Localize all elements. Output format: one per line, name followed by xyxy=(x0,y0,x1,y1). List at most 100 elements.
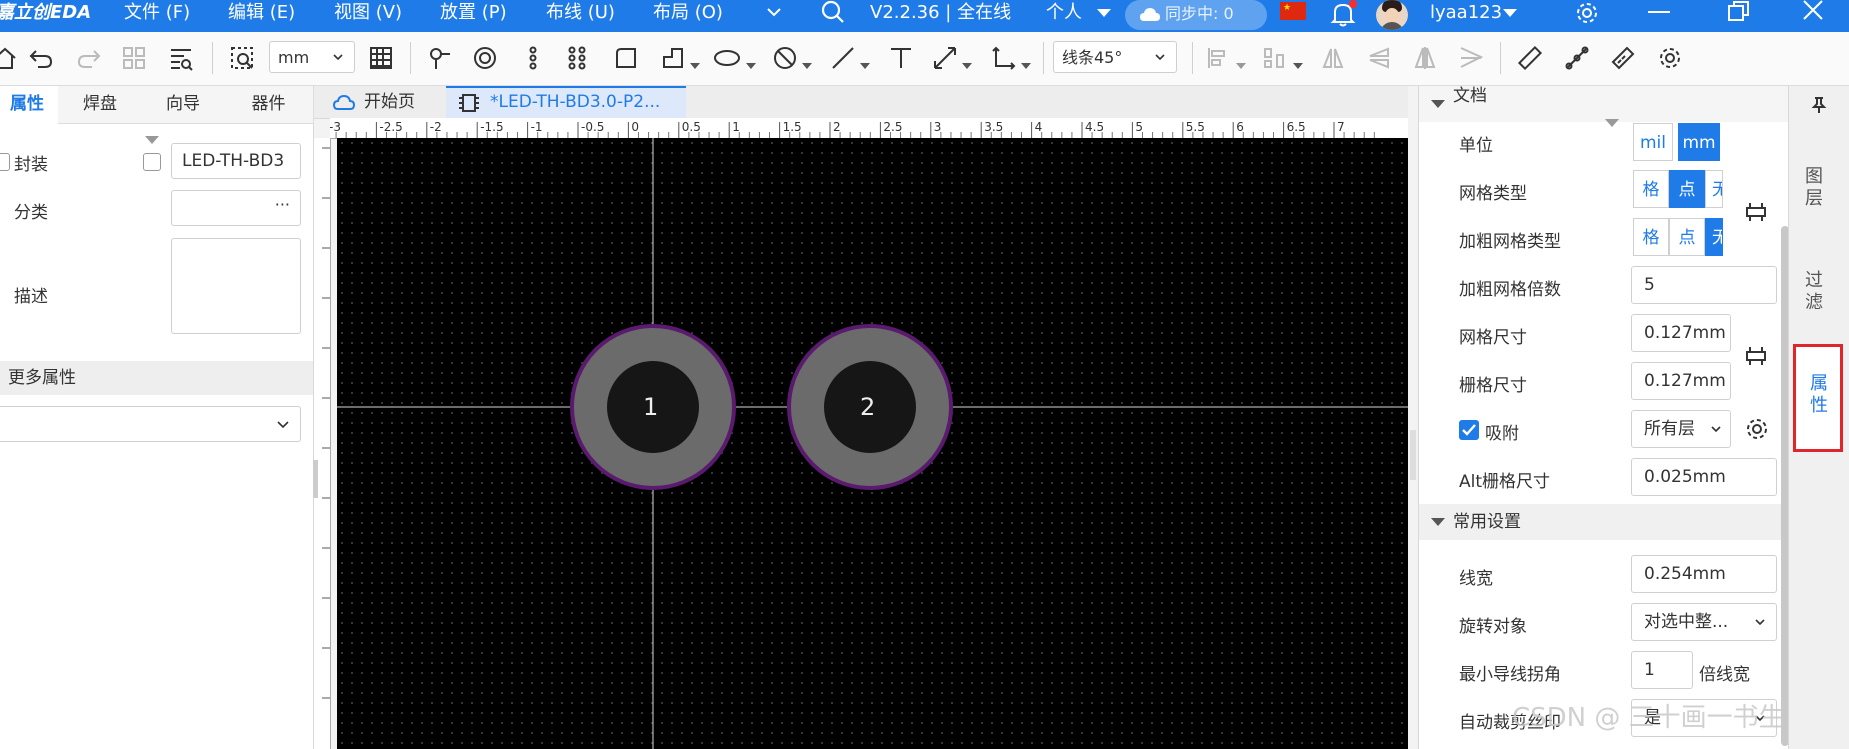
snap-grid-size-input[interactable]: 0.127mm xyxy=(1631,362,1731,400)
document-section-header[interactable]: 文档 xyxy=(1419,86,1789,122)
menu-view[interactable]: 视图 (V) xyxy=(334,0,402,32)
side-tab-layers[interactable]: 图层 xyxy=(1803,166,1825,210)
distribute-dropdown-icon[interactable] xyxy=(1293,56,1303,76)
line-dropdown-icon[interactable] xyxy=(860,56,870,76)
bold-grid-type-dot-button[interactable]: 点 xyxy=(1669,218,1705,256)
china-flag-icon[interactable]: ★ xyxy=(1280,2,1306,20)
account-mode-chevron-icon[interactable] xyxy=(1097,0,1111,32)
side-tab-properties-highlight[interactable]: 属性 xyxy=(1793,344,1843,452)
no-connect-dropdown-icon[interactable] xyxy=(802,56,812,76)
route-mode-select[interactable]: 线条45° xyxy=(1053,41,1177,73)
connect-pad-icon[interactable] xyxy=(427,45,453,71)
menu-layout[interactable]: 布局 (O) xyxy=(653,0,723,32)
zoom-area-icon[interactable] xyxy=(229,45,255,71)
snap-layer-select[interactable]: 所有层 xyxy=(1631,410,1731,448)
group-icon[interactable] xyxy=(121,45,147,71)
rounded-rect-icon[interactable] xyxy=(613,45,639,71)
origin-dropdown-icon[interactable] xyxy=(1021,56,1031,76)
align-left-icon[interactable] xyxy=(1205,45,1231,71)
link-chain-icon[interactable] xyxy=(1744,343,1768,374)
min-corner-input[interactable]: 1 xyxy=(1631,651,1693,689)
more-properties-select[interactable] xyxy=(0,406,301,442)
unit-select[interactable]: mm xyxy=(269,41,355,73)
dimension-icon[interactable] xyxy=(932,45,958,71)
via-vertical-icon[interactable] xyxy=(520,45,546,71)
sync-status-badge[interactable]: 同步中: 0 xyxy=(1125,0,1267,30)
no-connect-icon[interactable] xyxy=(772,45,798,71)
avatar[interactable] xyxy=(1376,0,1408,30)
bold-grid-type-grid-button[interactable]: 格 xyxy=(1633,218,1669,256)
menu-file[interactable]: 文件 (F) xyxy=(124,0,190,32)
tab-pads[interactable]: 焊盘 xyxy=(58,86,143,124)
rotate-object-select[interactable]: 对选中整... xyxy=(1631,603,1777,641)
footprint-visible-checkbox[interactable] xyxy=(143,153,161,171)
rotate-icon[interactable] xyxy=(1458,45,1484,71)
username[interactable]: lyaa123 xyxy=(1430,0,1502,32)
ellipse-icon[interactable] xyxy=(712,45,742,71)
panel-collapse-arrow-icon[interactable] xyxy=(1605,113,1619,133)
origin-icon[interactable] xyxy=(990,45,1016,71)
pin-icon[interactable] xyxy=(1811,96,1827,119)
tab-home[interactable]: 开始页 xyxy=(328,86,444,118)
tab-devices[interactable]: 器件 xyxy=(224,86,314,124)
search-icon[interactable] xyxy=(820,0,846,32)
menu-place[interactable]: 放置 (P) xyxy=(440,0,507,32)
collapse-arrow-icon[interactable] xyxy=(145,130,159,150)
category-input[interactable]: ··· xyxy=(171,190,301,226)
distribute-icon[interactable] xyxy=(1262,45,1288,71)
flip-vertical-icon[interactable] xyxy=(1366,45,1392,71)
ellipse-dropdown-icon[interactable] xyxy=(746,56,756,76)
grid-type-grid-button[interactable]: 格 xyxy=(1633,170,1669,208)
minimize-icon[interactable] xyxy=(1648,11,1670,13)
menu-route[interactable]: 布线 (U) xyxy=(546,0,615,32)
polygon-icon[interactable] xyxy=(660,45,686,71)
mirror-icon[interactable] xyxy=(1412,45,1438,71)
grid-size-input[interactable]: 0.127mm xyxy=(1631,314,1731,352)
line-icon[interactable] xyxy=(830,45,856,71)
side-tab-filter[interactable]: 过滤 xyxy=(1803,270,1825,314)
undo-icon[interactable] xyxy=(28,45,54,71)
menu-edit[interactable]: 编辑 (E) xyxy=(228,0,295,32)
bell-icon[interactable] xyxy=(1330,0,1357,33)
ruler-icon[interactable] xyxy=(1517,45,1543,71)
toolbar-settings-gear-icon[interactable] xyxy=(1657,45,1683,71)
tab-current-footprint[interactable]: *LED-TH-BD3.0-P2... xyxy=(446,86,686,118)
footprint-lock-checkbox[interactable] xyxy=(0,153,10,171)
tab-wizard[interactable]: 向导 xyxy=(142,86,225,124)
dimension-dropdown-icon[interactable] xyxy=(962,56,972,76)
grid-icon[interactable] xyxy=(368,45,394,71)
grid-type-none-button[interactable]: 无 xyxy=(1705,170,1723,208)
pad-icon[interactable] xyxy=(472,45,498,71)
bold-grid-multiplier-input[interactable]: 5 xyxy=(1631,266,1777,304)
pcb-canvas[interactable]: 1 2 xyxy=(337,138,1408,749)
polygon-dropdown-icon[interactable] xyxy=(690,56,700,76)
link-chain-icon[interactable] xyxy=(1744,199,1768,230)
measure-tool-icon[interactable] xyxy=(1610,45,1636,71)
more-properties-section[interactable]: 更多属性 xyxy=(0,361,313,395)
snap-checkbox[interactable] xyxy=(1459,420,1479,440)
text-icon[interactable] xyxy=(888,45,914,71)
grid-type-dot-button[interactable]: 点 xyxy=(1669,170,1705,208)
flip-horizontal-icon[interactable] xyxy=(1320,45,1346,71)
redo-icon[interactable] xyxy=(76,45,102,71)
menu-more-chevron-icon[interactable] xyxy=(766,0,782,32)
align-dropdown-icon[interactable] xyxy=(1236,56,1246,76)
snap-settings-gear-icon[interactable] xyxy=(1744,416,1770,447)
left-panel-collapse-handle[interactable] xyxy=(313,460,318,498)
unit-mil-button[interactable]: mil xyxy=(1633,123,1673,161)
settings-gear-icon[interactable] xyxy=(1574,0,1600,31)
list-filter-icon[interactable] xyxy=(168,45,194,71)
measure-distance-icon[interactable] xyxy=(1564,45,1590,71)
tab-properties[interactable]: 属性 xyxy=(0,86,59,124)
home-icon[interactable] xyxy=(0,45,18,71)
right-panel-collapse-handle[interactable] xyxy=(1410,430,1416,480)
restore-icon[interactable] xyxy=(1727,0,1751,27)
user-menu-chevron-icon[interactable] xyxy=(1503,0,1517,32)
unit-mm-button[interactable]: mm xyxy=(1678,123,1720,161)
account-mode[interactable]: 个人 xyxy=(1046,0,1082,32)
common-settings-section-header[interactable]: 常用设置 xyxy=(1419,504,1789,540)
line-width-input[interactable]: 0.254mm xyxy=(1631,555,1777,593)
pad-array-icon[interactable] xyxy=(564,45,590,71)
footprint-input[interactable]: LED-TH-BD3 xyxy=(171,143,301,179)
description-textarea[interactable] xyxy=(171,238,301,334)
